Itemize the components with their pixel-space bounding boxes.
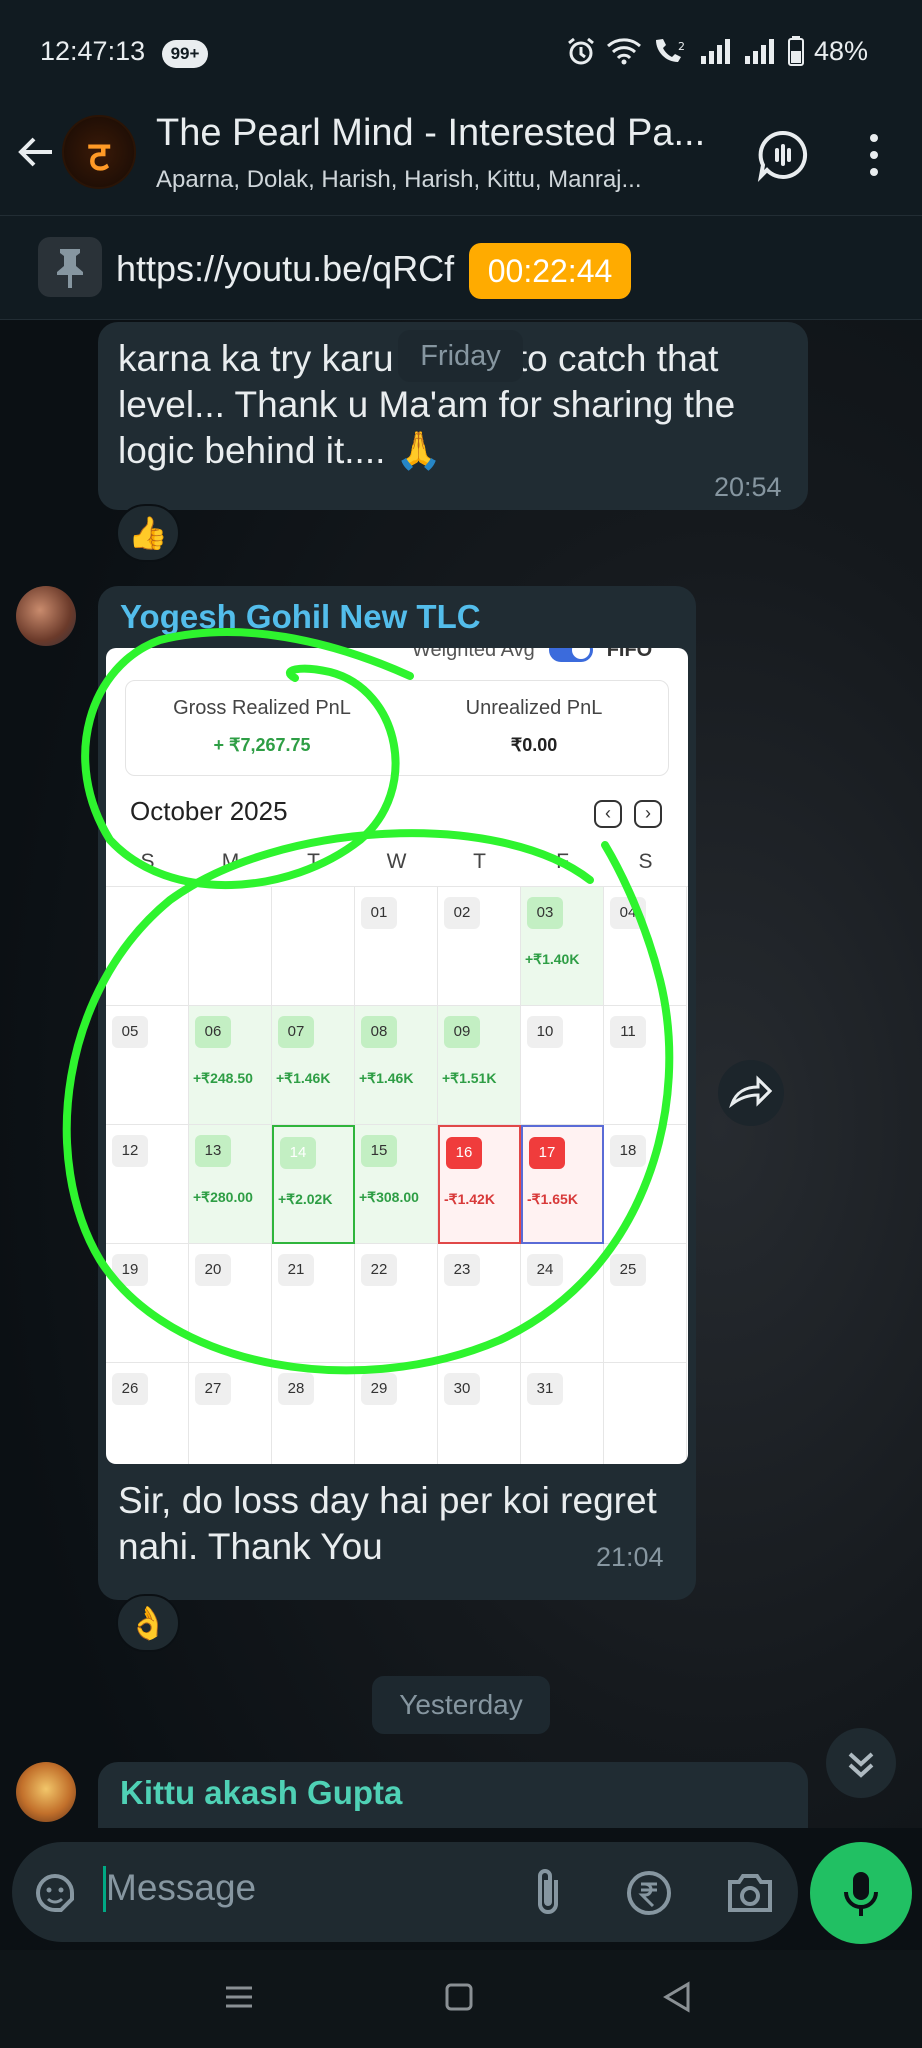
message-time: 21:04 (596, 1542, 664, 1572)
reaction-badge[interactable]: 👌 (116, 1594, 180, 1652)
back-nav-icon[interactable] (660, 1980, 694, 2014)
voice-record-button[interactable] (810, 1842, 912, 1944)
annotation-scribbles (62, 628, 674, 1375)
date-chip: Yesterday (372, 1676, 550, 1734)
sender-avatar[interactable] (16, 1762, 76, 1822)
sender-name[interactable]: Kittu akash Gupta (120, 1774, 402, 1812)
scroll-to-bottom-button[interactable] (826, 1728, 896, 1798)
recents-icon[interactable] (222, 1980, 256, 2014)
sticker-icon[interactable] (30, 1868, 80, 1918)
rupee-payment-icon[interactable] (624, 1868, 674, 1918)
home-icon[interactable] (444, 1982, 474, 2012)
camera-icon[interactable] (724, 1868, 776, 1918)
forward-button[interactable] (718, 1060, 784, 1126)
attach-icon[interactable] (528, 1866, 568, 1920)
message-input[interactable]: Message (106, 1867, 256, 1909)
